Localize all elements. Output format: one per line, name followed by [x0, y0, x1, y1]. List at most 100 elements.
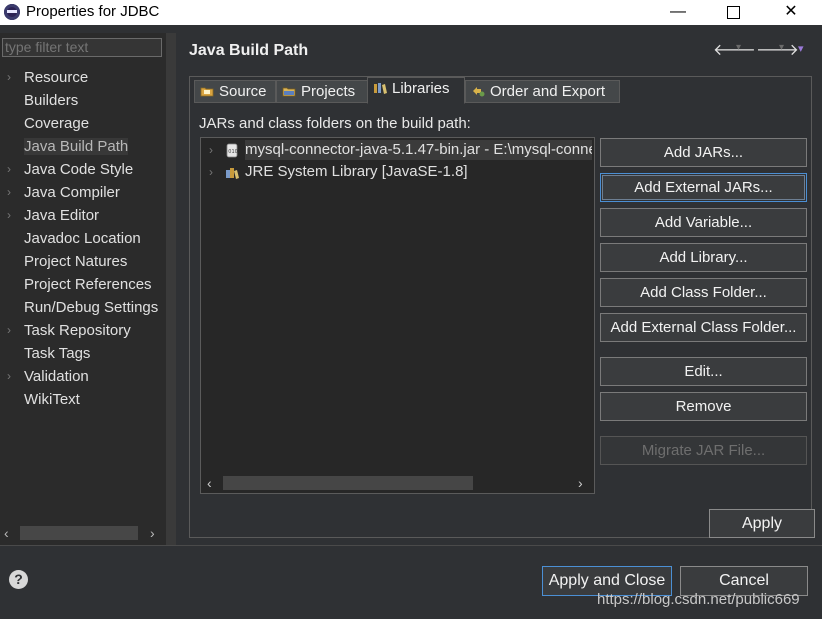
- close-button[interactable]: ✕: [768, 0, 814, 25]
- tree-item-java-build-path[interactable]: Java Build Path: [0, 136, 166, 159]
- project-folder-icon: [282, 87, 296, 97]
- window-title: Properties for JDBC: [26, 3, 160, 20]
- expand-arrow-icon[interactable]: ›: [7, 67, 11, 88]
- tree-item-task-tags[interactable]: Task Tags: [0, 343, 166, 366]
- tree-item-wikitext[interactable]: WikiText: [0, 389, 166, 412]
- tab-folder: Source Projects Libraries Order and Expo…: [189, 76, 812, 538]
- tree-item-project-references[interactable]: Project References: [0, 274, 166, 297]
- tree-item-label: Java Editor: [24, 207, 100, 224]
- tree-item-validation[interactable]: › Validation: [0, 366, 166, 389]
- scroll-right-icon[interactable]: ›: [578, 473, 583, 493]
- library-icon: [226, 168, 239, 179]
- property-pages-pane: › Resource Builders Coverage Java Build P…: [0, 33, 166, 545]
- order-export-icon: [473, 87, 485, 97]
- chevron-down-icon[interactable]: ▾: [736, 42, 741, 53]
- tree-item-label: Java Build Path: [24, 138, 129, 155]
- source-folder-icon: [200, 87, 214, 97]
- tree-item-label: Validation: [24, 368, 89, 385]
- dialog-button-bar: ? Apply and Close Cancel https://blog.cs…: [0, 545, 822, 619]
- library-icon: [374, 83, 387, 94]
- scrollbar-thumb[interactable]: [223, 476, 473, 490]
- expand-arrow-icon[interactable]: ›: [7, 159, 11, 180]
- entry-label: mysql-connector-java-5.1.47-bin.jar - E:…: [245, 140, 592, 160]
- view-menu-icon[interactable]: ▾: [798, 42, 804, 55]
- tree-item-label: Javadoc Location: [24, 230, 141, 247]
- tab-label: Source: [219, 83, 267, 100]
- tree-item-label: WikiText: [24, 391, 80, 408]
- list-item[interactable]: › 010 mysql-connector-java-5.1.47-bin.ja…: [201, 140, 592, 162]
- left-horizontal-scrollbar[interactable]: ‹ ›: [0, 523, 166, 543]
- tree-item-label: Task Tags: [24, 345, 91, 362]
- tree-item-label: Project Natures: [24, 253, 128, 270]
- add-external-jars-button[interactable]: Add External JARs...: [600, 173, 807, 202]
- back-arrow-icon[interactable]: 🡐: [713, 39, 756, 60]
- expand-arrow-icon[interactable]: ›: [7, 320, 11, 341]
- scroll-left-icon[interactable]: ‹: [4, 523, 9, 543]
- tree-item-label: Resource: [24, 69, 89, 86]
- remove-button[interactable]: Remove: [600, 392, 807, 421]
- jar-icon: 010: [226, 143, 238, 158]
- tree-item-coverage[interactable]: Coverage: [0, 113, 166, 136]
- expand-arrow-icon[interactable]: ›: [209, 162, 213, 182]
- tab-label: Projects: [301, 83, 356, 100]
- watermark-text: https://blog.csdn.net/public669: [597, 591, 800, 608]
- tab-order-and-export[interactable]: Order and Export: [465, 80, 620, 103]
- list-item[interactable]: › JRE System Library [JavaSE-1.8]: [201, 162, 592, 184]
- forward-arrow-icon[interactable]: 🡒: [756, 39, 799, 60]
- tab-libraries[interactable]: Libraries: [367, 77, 465, 104]
- scroll-left-icon[interactable]: ‹: [207, 473, 212, 493]
- svg-text:010: 010: [228, 149, 238, 155]
- filter-input[interactable]: [2, 38, 162, 57]
- tree-item-label: Coverage: [24, 115, 90, 132]
- add-library-button[interactable]: Add Library...: [600, 243, 807, 272]
- build-path-description: JARs and class folders on the build path…: [199, 115, 471, 132]
- list-horizontal-scrollbar[interactable]: ‹ ›: [201, 473, 594, 493]
- tab-projects[interactable]: Projects: [276, 80, 368, 103]
- edit-button[interactable]: Edit...: [600, 357, 807, 386]
- tree-item-javadoc-location[interactable]: Javadoc Location: [0, 228, 166, 251]
- expand-arrow-icon[interactable]: ›: [209, 140, 213, 160]
- build-path-entries-list[interactable]: › 010 mysql-connector-java-5.1.47-bin.ja…: [200, 137, 595, 494]
- help-icon[interactable]: ?: [9, 570, 28, 589]
- tree-item-task-repository[interactable]: › Task Repository: [0, 320, 166, 343]
- tree-item-builders[interactable]: Builders: [0, 90, 166, 113]
- tree-item-label: Builders: [24, 92, 79, 109]
- scrollbar-thumb[interactable]: [20, 526, 138, 540]
- chevron-down-icon[interactable]: ▾: [779, 42, 784, 53]
- maximize-button[interactable]: [710, 0, 756, 25]
- maximize-icon: [726, 6, 740, 19]
- expand-arrow-icon[interactable]: ›: [7, 366, 11, 387]
- eclipse-icon: [4, 4, 20, 20]
- tab-label: Order and Export: [490, 83, 606, 100]
- tree-item-java-code-style[interactable]: › Java Code Style: [0, 159, 166, 182]
- page-title: Java Build Path: [189, 42, 309, 59]
- add-class-folder-button[interactable]: Add Class Folder...: [600, 278, 807, 307]
- apply-button[interactable]: Apply: [709, 509, 815, 538]
- scroll-right-icon[interactable]: ›: [150, 523, 155, 543]
- tree-item-label: Project References: [24, 276, 152, 293]
- tree-item-run-debug-settings[interactable]: Run/Debug Settings: [0, 297, 166, 320]
- tree-item-project-natures[interactable]: Project Natures: [0, 251, 166, 274]
- migrate-jar-file-button[interactable]: Migrate JAR File...: [600, 436, 807, 465]
- add-external-class-folder-button[interactable]: Add External Class Folder...: [600, 313, 807, 342]
- tab-label: Libraries: [392, 80, 450, 97]
- tree-item-java-compiler[interactable]: › Java Compiler: [0, 182, 166, 205]
- tree-item-resource[interactable]: › Resource: [0, 67, 166, 90]
- tree-item-label: Run/Debug Settings: [24, 299, 159, 316]
- tree-item-label: Java Compiler: [24, 184, 120, 201]
- add-jars-button[interactable]: Add JARs...: [600, 138, 807, 167]
- tab-source[interactable]: Source: [194, 80, 276, 103]
- page-header: Java Build Path 🡐 ▾ 🡒 ▾ ▾: [176, 33, 822, 69]
- tree-item-java-editor[interactable]: › Java Editor: [0, 205, 166, 228]
- tree-item-label: Task Repository: [24, 322, 131, 339]
- property-pages-tree: › Resource Builders Coverage Java Build P…: [0, 67, 166, 412]
- entry-label: JRE System Library [JavaSE-1.8]: [245, 163, 468, 180]
- tree-item-label: Java Code Style: [24, 161, 134, 178]
- expand-arrow-icon[interactable]: ›: [7, 182, 11, 203]
- minimize-button[interactable]: —: [655, 0, 701, 25]
- expand-arrow-icon[interactable]: ›: [7, 205, 11, 226]
- title-bar: Properties for JDBC — ✕: [0, 0, 822, 25]
- add-variable-button[interactable]: Add Variable...: [600, 208, 807, 237]
- properties-page: Java Build Path 🡐 ▾ 🡒 ▾ ▾ Source Project…: [176, 33, 822, 545]
- pane-sash[interactable]: [166, 33, 176, 545]
